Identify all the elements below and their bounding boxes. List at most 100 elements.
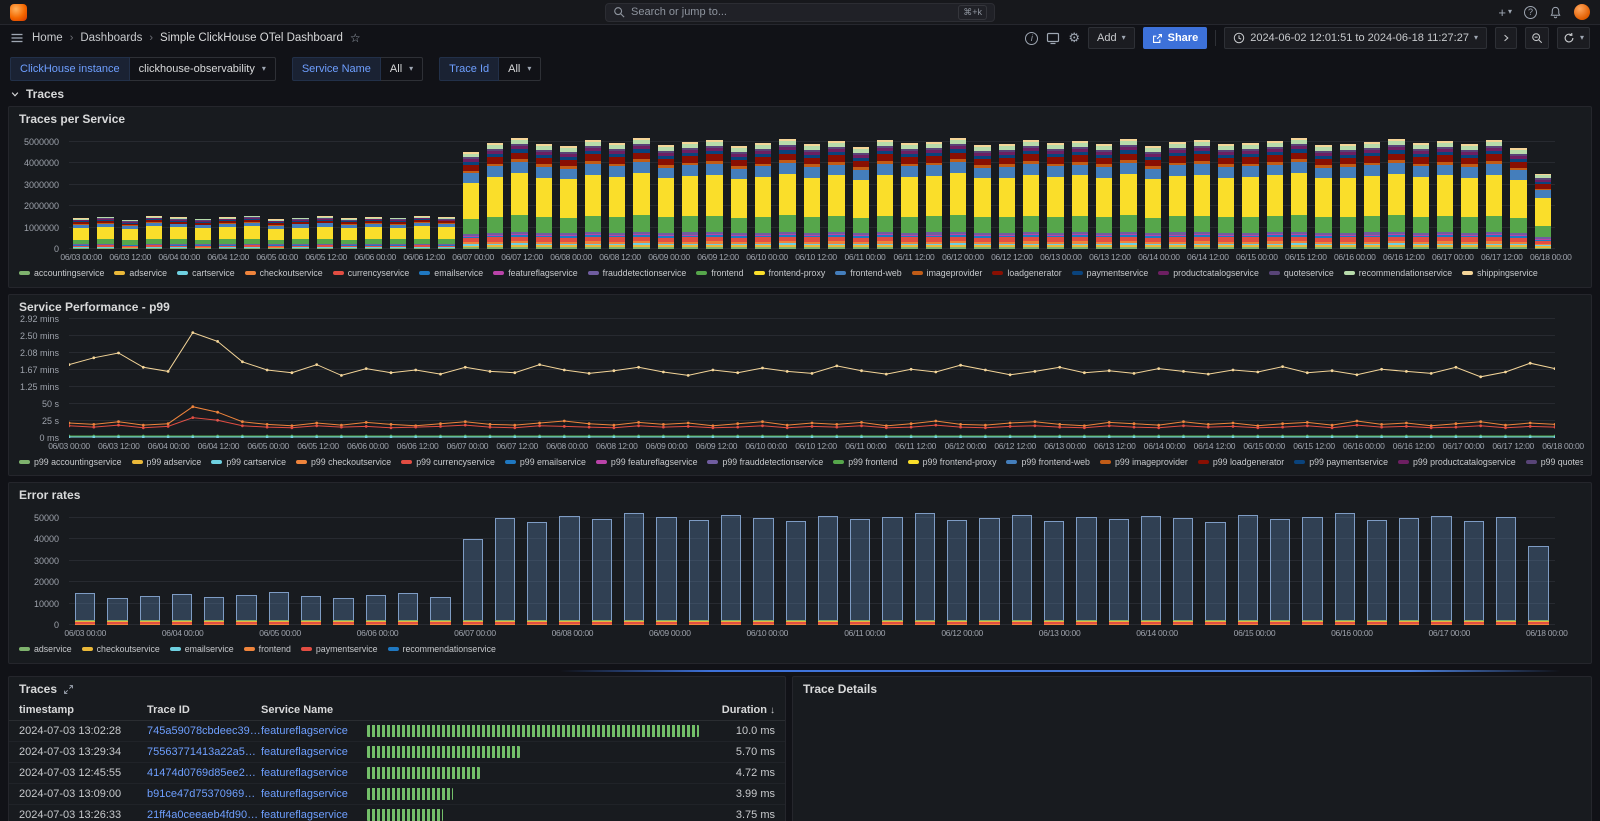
stacked-bar[interactable] [1120,131,1136,249]
column-header-duration[interactable]: Duration↓ [711,704,775,716]
service-name-link[interactable]: featureflagservice [261,788,367,800]
stacked-bar[interactable] [1413,131,1429,249]
stacked-bar[interactable] [317,131,333,249]
stacked-bar[interactable] [1145,131,1161,249]
stacked-bar[interactable] [1388,131,1404,249]
legend-item-p99 currencyservice[interactable]: p99 currencyservice [401,457,495,467]
legend-item-currencyservice[interactable]: currencyservice [333,268,410,278]
stacked-bar[interactable] [706,131,722,249]
error-bar[interactable] [786,507,806,625]
stacked-bar[interactable] [219,131,235,249]
stacked-bar[interactable] [1364,131,1380,249]
dashboard-settings-button[interactable]: ⚙ [1068,32,1080,45]
error-bar[interactable] [527,507,547,625]
legend-item-paymentservice[interactable]: paymentservice [1072,268,1149,278]
add-button[interactable]: Add ▾ [1088,27,1135,49]
panel-title[interactable]: Service Performance - p99 [9,295,1591,317]
stacked-bar[interactable] [1218,131,1234,249]
stacked-bar[interactable] [1315,131,1331,249]
error-bar[interactable] [1464,507,1484,625]
stacked-bar[interactable] [999,131,1015,249]
panel-title[interactable]: Error rates [9,483,1591,505]
tv-mode-button[interactable] [1046,31,1060,45]
search-input[interactable]: Search or jump to... ⌘+k [605,3,995,22]
legend-item-frontend-proxy[interactable]: frontend-proxy [754,268,826,278]
error-bar[interactable] [915,507,935,625]
clickhouse-instance-dropdown[interactable]: clickhouse-observability ▾ [130,57,276,81]
stacked-bar[interactable] [853,131,869,249]
legend-item-p99 featureflagservice[interactable]: p99 featureflagservice [596,457,698,467]
legend-item-checkoutservice[interactable]: checkoutservice [82,644,160,654]
legend-item-paymentservice[interactable]: paymentservice [301,644,378,654]
stacked-bar[interactable] [244,131,260,249]
plot-area[interactable] [69,319,1555,438]
legend-item-p99 accountingservice[interactable]: p99 accountingservice [19,457,122,467]
user-avatar[interactable] [1574,4,1590,20]
stacked-bar[interactable] [974,131,990,249]
legend-item-adservice[interactable]: adservice [114,268,167,278]
breadcrumb-dashboards[interactable]: Dashboards [80,32,142,44]
legend-item-p99 adservice[interactable]: p99 adservice [132,457,202,467]
error-bar[interactable] [269,507,289,625]
stacked-bar[interactable] [633,131,649,249]
legend-item-quoteservice[interactable]: quoteservice [1269,268,1334,278]
legend-item-cartservice[interactable]: cartservice [177,268,235,278]
stacked-bar[interactable] [1510,131,1526,249]
stacked-bar[interactable] [170,131,186,249]
error-bar[interactable] [753,507,773,625]
stacked-bar[interactable] [438,131,454,249]
table-row[interactable]: 2024-07-03 13:02:28745a59078cbdeec39b7..… [9,721,785,742]
stacked-bar[interactable] [731,131,747,249]
error-bar[interactable] [1270,507,1290,625]
legend-item-featureflagservice[interactable]: featureflagservice [493,268,577,278]
error-bar[interactable] [689,507,709,625]
error-bar[interactable] [1076,507,1096,625]
legend-item-frontend[interactable]: frontend [696,268,743,278]
legend-item-checkoutservice[interactable]: checkoutservice [245,268,323,278]
time-range-picker[interactable]: 2024-06-02 12:01:51 to 2024-06-18 11:27:… [1224,27,1487,49]
trace-id-link[interactable]: 21ff4a0ceeaeb4fd90af0... [147,809,261,821]
new-button[interactable]: +▾ [1498,5,1512,20]
legend-item-recommendationservice[interactable]: recommendationservice [1344,268,1452,278]
refresh-button[interactable]: ▾ [1557,27,1590,49]
error-bar[interactable] [624,507,644,625]
row-traces-toggle[interactable]: Traces [0,86,1600,106]
error-bar[interactable] [656,507,676,625]
stacked-bar[interactable] [73,131,89,249]
trace-id-link[interactable]: 41474d0769d85ee2828... [147,767,261,779]
stacked-bar[interactable] [1047,131,1063,249]
error-bar[interactable] [1367,507,1387,625]
filter-label[interactable]: ClickHouse instance [10,57,130,81]
error-bar[interactable] [592,507,612,625]
error-bar[interactable] [721,507,741,625]
error-bar[interactable] [850,507,870,625]
stacked-bar[interactable] [658,131,674,249]
legend-item-accountingservice[interactable]: accountingservice [19,268,104,278]
legend-item-p99 cartservice[interactable]: p99 cartservice [211,457,286,467]
legend-item-shippingservice[interactable]: shippingservice [1462,268,1538,278]
stacked-bar[interactable] [268,131,284,249]
filter-label[interactable]: Service Name [292,57,381,81]
error-bar[interactable] [430,507,450,625]
table-row[interactable]: 2024-07-03 13:09:00b91ce47d753709695f1d.… [9,784,785,805]
panel-title[interactable]: Traces [9,677,785,699]
stacked-bar[interactable] [292,131,308,249]
error-bar[interactable] [204,507,224,625]
legend-item-p99 checkoutservice[interactable]: p99 checkoutservice [296,457,391,467]
legend-item-p99 paymentservice[interactable]: p99 paymentservice [1294,457,1388,467]
legend-item-frauddetectionservice[interactable]: frauddetectionservice [588,268,687,278]
stacked-bar[interactable] [195,131,211,249]
error-bar[interactable] [1335,507,1355,625]
stacked-bar[interactable] [365,131,381,249]
error-bar[interactable] [333,507,353,625]
error-bar[interactable] [301,507,321,625]
legend-item-loadgenerator[interactable]: loadgenerator [992,268,1061,278]
time-shift-forward-button[interactable] [1495,27,1517,49]
stacked-bar[interactable] [779,131,795,249]
error-bar[interactable] [818,507,838,625]
stacked-bar[interactable] [463,131,479,249]
legend-item-adservice[interactable]: adservice [19,644,72,654]
stacked-bar[interactable] [828,131,844,249]
stacked-bar[interactable] [487,131,503,249]
stacked-bar[interactable] [1291,131,1307,249]
